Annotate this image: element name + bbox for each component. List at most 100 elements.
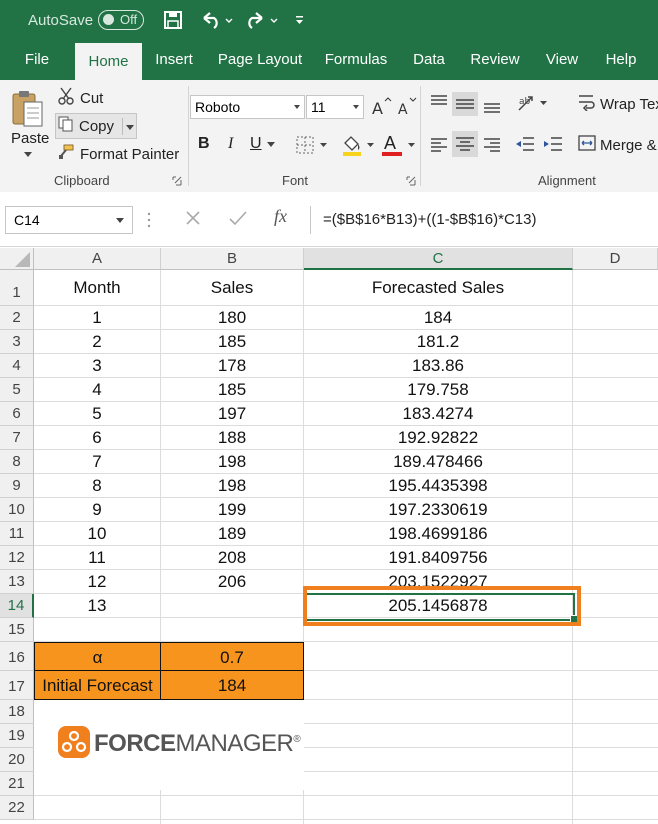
row-header[interactable]: 7 <box>0 426 34 450</box>
insert-function-button[interactable]: fx <box>274 206 287 227</box>
cell-forecast[interactable]: 195.4435398 <box>304 474 573 498</box>
cell-month[interactable]: 11 <box>34 546 161 570</box>
cell-sales[interactable]: 198 <box>161 474 304 498</box>
merge-center-button[interactable]: Merge & <box>578 133 657 157</box>
cell-month[interactable]: 5 <box>34 402 161 426</box>
align-center-icon[interactable] <box>452 131 478 157</box>
initial-forecast-label-cell[interactable]: Initial Forecast <box>34 671 161 700</box>
row-header[interactable]: 8 <box>0 450 34 474</box>
cell-sales[interactable]: 208 <box>161 546 304 570</box>
row-header[interactable]: 5 <box>0 378 34 402</box>
tab-view[interactable]: View <box>538 40 586 80</box>
cell-sales[interactable]: 199 <box>161 498 304 522</box>
decrease-font-icon[interactable]: A <box>396 96 418 118</box>
row-header[interactable]: 21 <box>0 772 34 796</box>
underline-button[interactable]: U <box>250 135 262 153</box>
cell-month[interactable]: 6 <box>34 426 161 450</box>
copy-button[interactable]: Copy <box>55 113 138 139</box>
font-family-select[interactable]: Roboto <box>190 95 305 119</box>
align-top-icon[interactable] <box>428 92 450 114</box>
cell-month[interactable]: 8 <box>34 474 161 498</box>
orientation-icon[interactable]: ab <box>516 92 550 114</box>
paste-button[interactable]: Paste <box>11 130 49 147</box>
bold-button[interactable]: B <box>198 135 210 153</box>
tab-data[interactable]: Data <box>405 40 453 80</box>
cell-sales[interactable]: 206 <box>161 570 304 594</box>
tab-formulas[interactable]: Formulas <box>318 40 394 80</box>
cell-month[interactable]: 7 <box>34 450 161 474</box>
alpha-label-cell[interactable]: α <box>34 642 161 671</box>
cell-forecast[interactable]: 181.2 <box>304 330 573 354</box>
select-all-corner[interactable] <box>0 248 34 270</box>
increase-indent-icon[interactable] <box>542 133 564 155</box>
row-header[interactable]: 17 <box>0 671 34 700</box>
underline-dropdown-icon[interactable] <box>267 142 275 148</box>
row-header[interactable]: 22 <box>0 796 34 820</box>
row-header[interactable]: 4 <box>0 354 34 378</box>
row-header[interactable]: 16 <box>0 642 34 671</box>
font-color-icon[interactable]: A <box>382 131 422 157</box>
cell-sales[interactable]: 180 <box>161 306 304 330</box>
header-sales[interactable]: Sales <box>161 270 304 306</box>
cell-sales[interactable]: 188 <box>161 426 304 450</box>
cut-button[interactable]: Cut <box>58 87 103 108</box>
autosave-toggle[interactable]: Off <box>98 10 144 30</box>
row-header[interactable]: 11 <box>0 522 34 546</box>
font-size-select[interactable]: 11 <box>306 95 364 119</box>
align-middle-icon[interactable] <box>452 92 478 116</box>
formula-input[interactable]: =($B$16*B13)+((1-$B$16)*C13) <box>310 206 658 234</box>
cell-sales[interactable]: 178 <box>161 354 304 378</box>
row-header[interactable]: 12 <box>0 546 34 570</box>
row-header[interactable]: 18 <box>0 700 34 724</box>
cell-sales[interactable]: 198 <box>161 450 304 474</box>
tab-insert[interactable]: Insert <box>148 40 200 80</box>
cell-sales[interactable] <box>161 594 304 618</box>
cell-forecast[interactable]: 191.8409756 <box>304 546 573 570</box>
cell-sales[interactable]: 185 <box>161 378 304 402</box>
header-month[interactable]: Month <box>34 270 161 306</box>
cell-month[interactable]: 3 <box>34 354 161 378</box>
row-header[interactable]: 19 <box>0 724 34 748</box>
cancel-icon[interactable] <box>184 209 202 227</box>
align-left-icon[interactable] <box>428 133 450 155</box>
tab-file[interactable]: File <box>14 40 60 80</box>
increase-font-icon[interactable]: A <box>370 96 392 118</box>
paste-dropdown-icon[interactable] <box>24 152 32 158</box>
header-forecasted-sales[interactable]: Forecasted Sales <box>304 270 573 306</box>
row-header[interactable]: 14 <box>0 594 34 618</box>
cell-month[interactable]: 1 <box>34 306 161 330</box>
borders-icon[interactable] <box>296 135 330 155</box>
cell-forecast[interactable]: 184 <box>304 306 573 330</box>
row-header[interactable]: 10 <box>0 498 34 522</box>
tab-home[interactable]: Home <box>75 43 142 80</box>
cell-forecast[interactable]: 197.2330619 <box>304 498 573 522</box>
format-painter-button[interactable]: Format Painter <box>58 143 179 165</box>
column-header-a[interactable]: A <box>34 248 161 270</box>
initial-forecast-value-cell[interactable]: 184 <box>161 671 304 700</box>
italic-button[interactable]: I <box>228 135 233 153</box>
save-icon[interactable] <box>163 0 183 40</box>
cell-forecast[interactable]: 183.86 <box>304 354 573 378</box>
wrap-text-button[interactable]: Wrap Tex <box>578 92 658 116</box>
column-header-c[interactable]: C <box>304 248 573 270</box>
tab-help[interactable]: Help <box>598 40 644 80</box>
customize-qat-icon[interactable] <box>294 0 306 40</box>
font-launcher-icon[interactable] <box>406 176 416 186</box>
tab-page-layout[interactable]: Page Layout <box>212 40 308 80</box>
row-header[interactable]: 13 <box>0 570 34 594</box>
name-box[interactable]: C14 <box>5 206 133 234</box>
cell-month[interactable]: 9 <box>34 498 161 522</box>
undo-icon[interactable] <box>200 0 234 40</box>
copy-dropdown-icon[interactable] <box>122 117 135 135</box>
cell-sales[interactable]: 197 <box>161 402 304 426</box>
column-header-d[interactable]: D <box>573 248 658 270</box>
row-header[interactable]: 15 <box>0 618 34 642</box>
cell-forecast[interactable]: 192.92822 <box>304 426 573 450</box>
alpha-value-cell[interactable]: 0.7 <box>161 642 304 671</box>
redo-icon[interactable] <box>244 0 280 40</box>
cell-month[interactable]: 2 <box>34 330 161 354</box>
decrease-indent-icon[interactable] <box>514 133 536 155</box>
cell-sales[interactable]: 185 <box>161 330 304 354</box>
row-header[interactable]: 6 <box>0 402 34 426</box>
cell-forecast[interactable]: 189.478466 <box>304 450 573 474</box>
